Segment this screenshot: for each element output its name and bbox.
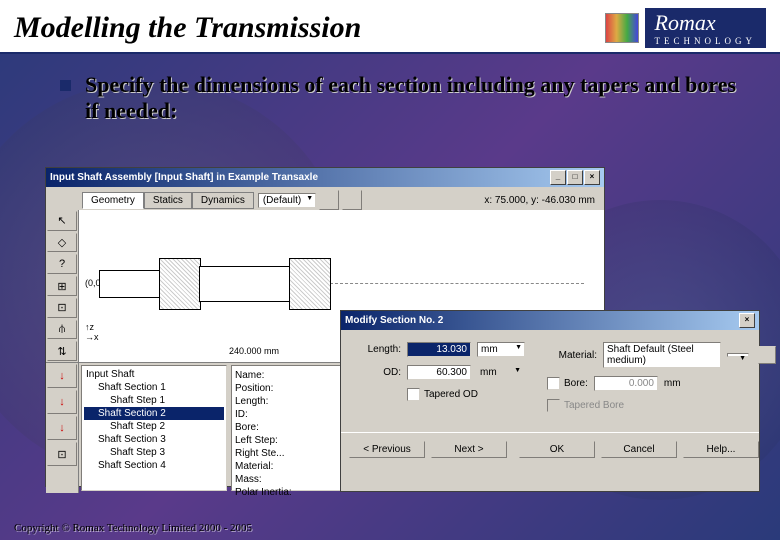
maximize-button[interactable]: □ — [567, 170, 583, 185]
minimize-button[interactable]: _ — [550, 170, 566, 185]
bullet-marker — [60, 80, 71, 91]
checkbox-icon — [547, 399, 560, 412]
left-toolbox-lower: ↓ ↓ ↓ ⊡ — [46, 363, 79, 493]
bore-unit-label: mm — [664, 378, 681, 389]
next-button[interactable]: Next > — [431, 441, 507, 458]
toolbar-button-1[interactable] — [319, 190, 339, 210]
close-button[interactable]: × — [584, 170, 600, 185]
view-dropdown[interactable]: (Default) — [258, 193, 316, 208]
material-dropdown-button[interactable] — [727, 353, 749, 357]
red-arrow-tool-1[interactable]: ↓ — [47, 364, 77, 388]
length-label: Length: — [353, 344, 401, 355]
tab-bar: Geometry Statics Dynamics (Default) x: 7… — [46, 187, 604, 210]
length-unit-dropdown[interactable]: mm — [477, 342, 525, 357]
tree-item[interactable]: Shaft Section 1 — [84, 381, 224, 394]
logo-sub: TECHNOLOGY — [655, 36, 757, 46]
od-unit-label: mm — [477, 366, 523, 379]
bullet-text: Specify the dimensions of each section i… — [85, 72, 740, 124]
bore-input[interactable]: 0.000 — [594, 376, 658, 391]
od-label: OD: — [353, 367, 401, 378]
tab-dynamics[interactable]: Dynamics — [192, 192, 254, 209]
grid-tool[interactable]: ⊞ — [47, 276, 77, 296]
checkbox-icon — [407, 388, 420, 401]
tree-item[interactable]: Shaft Section 4 — [84, 459, 224, 472]
tree-item[interactable]: Shaft Step 3 — [84, 446, 224, 459]
shaft-section-1[interactable] — [99, 270, 161, 298]
logo-name: Romax — [655, 10, 716, 35]
coord-readout: x: 75.000, y: -46.030 mm — [484, 195, 601, 206]
tapered-bore-label: Tapered Bore — [564, 400, 624, 411]
dialog-close-button[interactable]: × — [739, 313, 755, 328]
shaft-step-2[interactable] — [289, 258, 331, 310]
tree-item[interactable]: Shaft Step 2 — [84, 420, 224, 433]
red-arrow-tool-2[interactable]: ↓ — [47, 390, 77, 414]
cancel-button[interactable]: Cancel — [601, 441, 677, 458]
slide-title: Modelling the Transmission — [14, 11, 361, 45]
material-browse-button[interactable] — [758, 346, 776, 364]
tree-item[interactable]: Shaft Section 3 — [84, 433, 224, 446]
tree-root[interactable]: Input Shaft — [84, 368, 224, 381]
tree-item[interactable]: Shaft Step 1 — [84, 394, 224, 407]
tree-item-selected[interactable]: Shaft Section 2 — [84, 407, 224, 420]
modify-section-dialog: Modify Section No. 2 × Length: 13.030 mm… — [340, 310, 760, 492]
move-tool[interactable]: ⇅ — [47, 341, 77, 361]
logo-icon — [605, 13, 639, 43]
slide-header: Modelling the Transmission Romax TECHNOL… — [0, 0, 780, 54]
dimension-label: 240.000 mm — [229, 346, 279, 356]
red-box-tool[interactable]: ⊡ — [47, 442, 77, 466]
bore-checkbox[interactable]: Bore: — [547, 377, 588, 390]
bullet-area: Specify the dimensions of each section i… — [0, 54, 780, 134]
checkbox-icon — [547, 377, 560, 390]
help-tool[interactable]: ? — [47, 254, 77, 274]
logo-text: Romax TECHNOLOGY — [645, 8, 767, 48]
shaft-section-2[interactable] — [199, 266, 291, 302]
dialog-titlebar[interactable]: Modify Section No. 2 × — [341, 311, 759, 330]
shaft-step-1[interactable] — [159, 258, 201, 310]
left-toolbox: ↖ ◇ ? ⊞ ⊡ ⫛ ⇅ — [46, 210, 79, 362]
copyright-text: Copyright © Romax Technology Limited 200… — [14, 522, 252, 534]
help-button[interactable]: Help... — [683, 441, 759, 458]
tapered-od-checkbox[interactable]: Tapered OD — [407, 388, 478, 401]
window-title: Input Shaft Assembly [Input Shaft] in Ex… — [50, 172, 318, 183]
toolbar-button-2[interactable] — [342, 190, 362, 210]
od-input[interactable]: 60.300 — [407, 365, 471, 380]
tab-statics[interactable]: Statics — [144, 192, 192, 209]
previous-button[interactable]: < Previous — [349, 441, 425, 458]
shaft-tree[interactable]: Input Shaft Shaft Section 1 Shaft Step 1… — [81, 365, 227, 491]
tab-geometry[interactable]: Geometry — [82, 192, 144, 209]
bearing-tool[interactable]: ⫛ — [47, 320, 77, 340]
axis-icon: ↑z→x — [85, 322, 99, 342]
red-arrow-tool-3[interactable]: ↓ — [47, 416, 77, 440]
pointer-tool[interactable]: ↖ — [47, 211, 77, 231]
box-tool[interactable]: ⊡ — [47, 298, 77, 318]
tapered-od-label: Tapered OD — [424, 389, 478, 400]
ok-button[interactable]: OK — [519, 441, 595, 458]
shape-tool[interactable]: ◇ — [47, 233, 77, 253]
dialog-title: Modify Section No. 2 — [345, 315, 443, 326]
material-label: Material: — [547, 350, 597, 361]
length-input[interactable]: 13.030 — [407, 342, 471, 357]
tapered-bore-checkbox: Tapered Bore — [547, 399, 624, 412]
material-input[interactable]: Shaft Default (Steel medium) — [603, 342, 721, 368]
bore-label: Bore: — [564, 378, 588, 389]
titlebar[interactable]: Input Shaft Assembly [Input Shaft] in Ex… — [46, 168, 604, 187]
romax-logo: Romax TECHNOLOGY — [605, 8, 767, 48]
